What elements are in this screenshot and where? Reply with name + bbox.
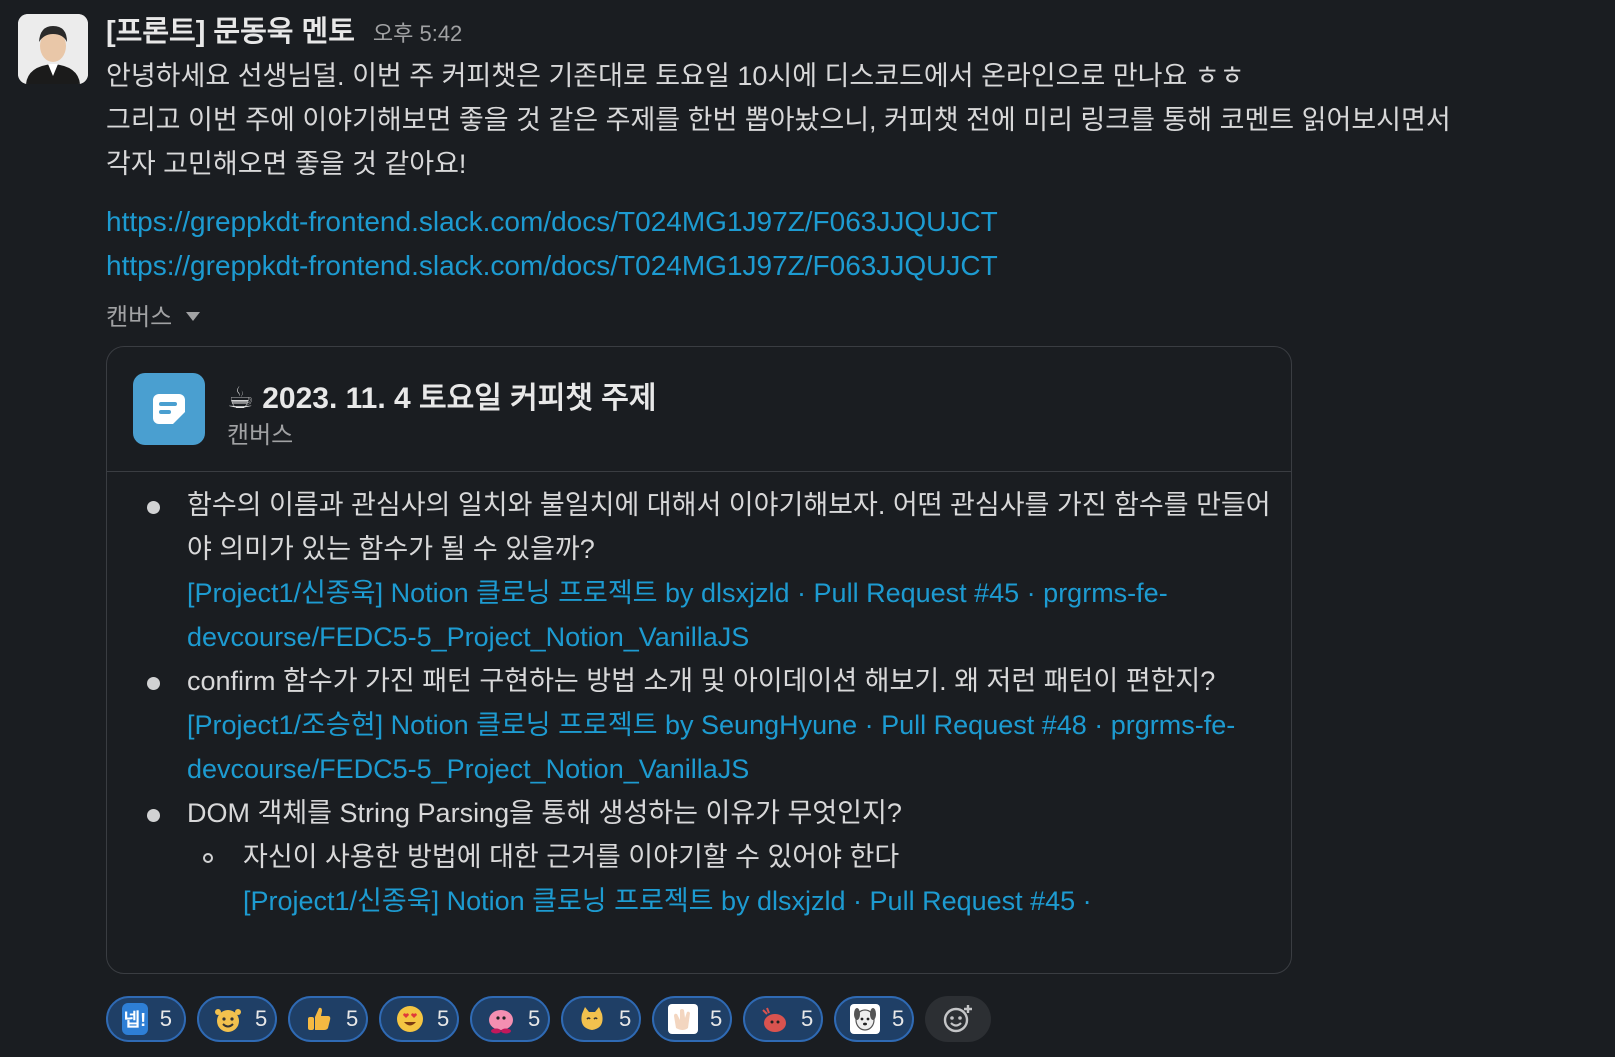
- heart-eyes-emoji-icon: [395, 1003, 425, 1035]
- cat-emoji-icon: [577, 1003, 607, 1035]
- item-text: 함수의 이름과 관심사의 일치와 불일치에 대해서 이야기해보자. 어떤 관심사…: [187, 490, 1271, 564]
- reaction-cat[interactable]: 5: [561, 996, 641, 1042]
- pr-link[interactable]: [Project1/조승현] Notion 클로닝 프로젝트 by SeungH…: [187, 710, 1235, 784]
- reaction-clapping[interactable]: 5: [652, 996, 732, 1042]
- canvas-card[interactable]: ☕ 2023. 11. 4 토요일 커피챗 주제 캔버스 함수의 이름과 관심사…: [106, 346, 1292, 974]
- pr-link[interactable]: [Project1/신종욱] Notion 클로닝 프로젝트 by dlsxjz…: [187, 578, 1168, 652]
- bullet-icon: [147, 677, 160, 690]
- reaction-cheering[interactable]: 5: [197, 996, 277, 1042]
- reaction-count: 5: [619, 1006, 632, 1031]
- message-time[interactable]: 오후 5:42: [373, 16, 462, 48]
- bullet-icon: [147, 501, 160, 514]
- red-blob-emoji-icon: [759, 1003, 789, 1035]
- reaction-count: 5: [710, 1006, 723, 1031]
- message-link[interactable]: https://greppkdt-frontend.slack.com/docs…: [106, 244, 1596, 288]
- kirby-emoji-icon: [486, 1003, 516, 1035]
- reaction-count: 5: [528, 1006, 541, 1031]
- add-reaction-button[interactable]: [925, 996, 991, 1042]
- reaction-ne[interactable]: 넵! 5: [106, 996, 186, 1042]
- sender-name[interactable]: [프론트] 문동욱 멘토: [106, 8, 355, 50]
- item-text: confirm 함수가 가진 패턴 구현하는 방법 소개 및 아이데이션 해보기…: [187, 666, 1216, 696]
- reaction-dog[interactable]: 5: [834, 996, 914, 1042]
- reaction-thumbs-up[interactable]: 5: [288, 996, 368, 1042]
- list-item: confirm 함수가 가진 패턴 구현하는 방법 소개 및 아이데이션 해보기…: [107, 659, 1291, 791]
- canvas-card-header[interactable]: ☕ 2023. 11. 4 토요일 커피챗 주제 캔버스: [107, 347, 1291, 472]
- reaction-kirby[interactable]: 5: [470, 996, 550, 1042]
- ne-text-emoji-icon: 넵!: [122, 1003, 148, 1035]
- message-line: 각자 고민해오면 좋을 것 같아요!: [106, 149, 467, 179]
- list-item: 함수의 이름과 관심사의 일치와 불일치에 대해서 이야기해보자. 어떤 관심사…: [107, 483, 1291, 659]
- message-line: 안녕하세요 선생님덜. 이번 주 커피챗은 기존대로 토요일 10시에 디스코드…: [106, 61, 1245, 91]
- reaction-count: 5: [255, 1006, 268, 1031]
- message: [프론트] 문동욱 멘토 오후 5:42 안녕하세요 선생님덜. 이번 주 커피…: [106, 8, 1596, 334]
- reaction-count: 5: [437, 1006, 450, 1031]
- canvas-icon: [133, 373, 205, 445]
- clapping-hands-emoji-icon: [668, 1003, 698, 1035]
- sub-list-item: 자신이 사용한 방법에 대한 근거를 이야기할 수 있어야 한다 [Projec…: [187, 835, 1271, 923]
- canvas-toggle-label: 캔버스: [106, 303, 173, 331]
- thumbs-up-emoji-icon: [304, 1003, 334, 1035]
- list-item: DOM 객체를 String Parsing을 통해 생성하는 이유가 무엇인지…: [107, 791, 1291, 923]
- avatar[interactable]: [18, 14, 88, 84]
- add-reaction-icon: [943, 1005, 972, 1033]
- pr-link[interactable]: [Project1/신종욱] Notion 클로닝 프로젝트 by dlsxjz…: [243, 886, 1092, 916]
- message-line: 그리고 이번 주에 이야기해보면 좋을 것 같은 주제를 한번 뽑아놨으니, 커…: [106, 105, 1451, 135]
- dog-emoji-icon: [850, 1003, 880, 1035]
- reaction-count: 5: [159, 1006, 172, 1031]
- circle-bullet-icon: [203, 853, 213, 863]
- cheering-face-emoji-icon: [213, 1003, 243, 1035]
- caret-down-icon: [186, 311, 201, 321]
- canvas-subtitle: 캔버스: [227, 422, 294, 449]
- bullet-icon: [147, 809, 160, 822]
- reaction-count: 5: [801, 1006, 814, 1031]
- reaction-count: 5: [892, 1006, 905, 1031]
- message-header: [프론트] 문동욱 멘토 오후 5:42: [106, 8, 1596, 54]
- message-link[interactable]: https://greppkdt-frontend.slack.com/docs…: [106, 200, 1596, 244]
- item-text: DOM 객체를 String Parsing을 통해 생성하는 이유가 무엇인지…: [187, 798, 902, 828]
- reaction-heart-eyes[interactable]: 5: [379, 996, 459, 1042]
- canvas-body: 함수의 이름과 관심사의 일치와 불일치에 대해서 이야기해보자. 어떤 관심사…: [107, 483, 1291, 923]
- canvas-toggle[interactable]: 캔버스: [106, 294, 1596, 334]
- reaction-red-blob[interactable]: 5: [743, 996, 823, 1042]
- reactions-bar: 넵! 5 5 5 5 5 5 5 5 5: [106, 996, 991, 1042]
- sub-item-text: 자신이 사용한 방법에 대한 근거를 이야기할 수 있어야 한다: [243, 842, 900, 872]
- canvas-title[interactable]: ☕ 2023. 11. 4 토요일 커피챗 주제: [227, 373, 657, 417]
- reaction-count: 5: [346, 1006, 359, 1031]
